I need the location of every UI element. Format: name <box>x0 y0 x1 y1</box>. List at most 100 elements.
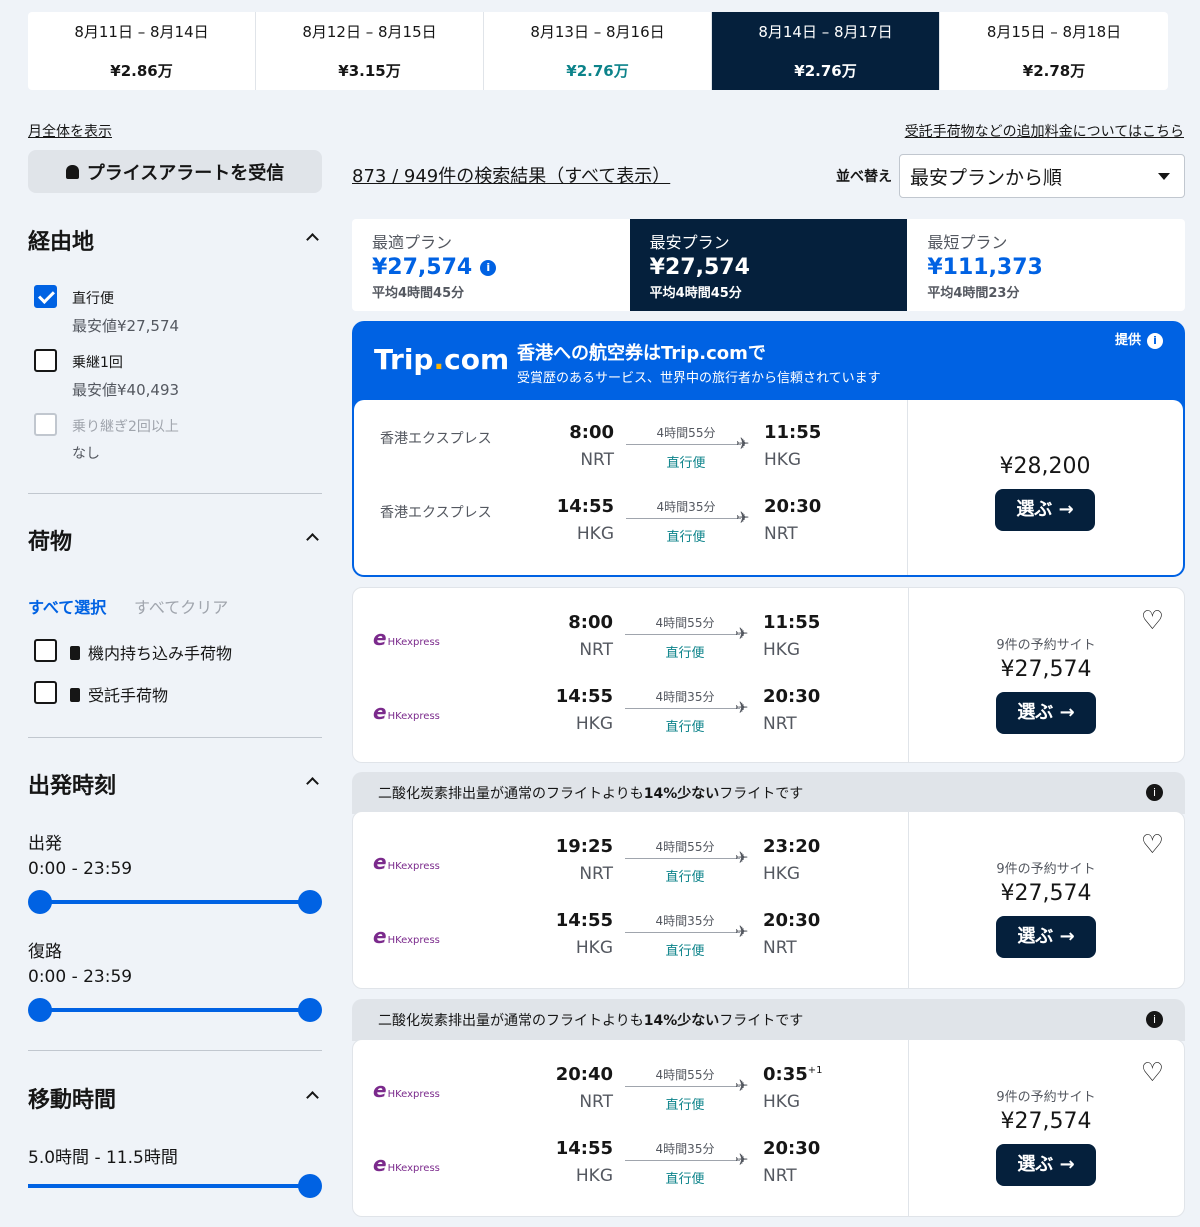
heart-icon[interactable]: ♡ <box>1141 1058 1164 1088</box>
arrival-time: 11:55 <box>763 612 821 633</box>
chevron-up-icon[interactable] <box>305 230 319 244</box>
info-icon[interactable]: i <box>1146 784 1163 801</box>
direct-label: 直行便 <box>665 1098 705 1113</box>
divider <box>28 1050 322 1051</box>
co2-text-post: フライトです <box>719 786 804 802</box>
two-stops-checkbox <box>34 413 57 436</box>
plane-icon: ✈ <box>736 434 750 453</box>
chevron-up-icon[interactable] <box>305 774 319 788</box>
month-view-link[interactable]: 月全体を表示 <box>28 121 112 141</box>
select-button[interactable]: 選ぶ → <box>996 1144 1096 1186</box>
departure-time: 14:55 <box>555 910 613 931</box>
date-option[interactable]: 8月12日 – 8月15日 ¥3.15万 <box>256 12 484 90</box>
departure-time: 14:55 <box>555 1138 613 1159</box>
flight-result-card[interactable]: eHKexpress 19:25 NRT 4時間55分 ✈ 直行便 23:20 … <box>352 811 1185 989</box>
flight-price: ¥27,574 <box>1000 657 1092 682</box>
tab-title: 最短プラン <box>927 233 1008 252</box>
co2-text-post: フライトです <box>719 1013 804 1029</box>
ad-price: ¥28,200 <box>999 454 1091 479</box>
arrival-time: 11:55 <box>764 422 822 443</box>
arrival-time: 20:30 <box>763 1138 821 1159</box>
logo-tail: com <box>444 343 510 376</box>
destination-code: HKG <box>763 1092 801 1112</box>
duration-slider[interactable] <box>28 1174 322 1198</box>
duration-title: 移動時間 <box>28 1088 117 1113</box>
carry-on-text: 機内持ち込み手荷物 <box>88 644 233 663</box>
hk-express-logo: eHKexpress <box>373 1152 440 1176</box>
flight-duration: 4時間55分 <box>656 426 716 440</box>
ad-headline: 香港への航空券はTrip.comで <box>517 343 766 364</box>
provided-by[interactable]: 提供 i <box>1115 333 1163 349</box>
plane-icon: ✈ <box>735 1150 749 1169</box>
heart-icon[interactable]: ♡ <box>1141 606 1164 636</box>
date-range: 8月11日 – 8月14日 <box>74 23 209 41</box>
route-line <box>625 708 740 709</box>
divider <box>28 493 322 494</box>
tab-fastest[interactable]: 最短プラン ¥111,373 平均4時間23分 <box>907 219 1185 311</box>
slider-max-handle[interactable] <box>298 1174 322 1198</box>
price-alert-button[interactable]: プライスアラートを受信 <box>28 150 322 193</box>
date-option[interactable]: 8月13日 – 8月16日 ¥2.76万 <box>484 12 712 90</box>
select-button[interactable]: 選ぶ → <box>996 916 1096 958</box>
chevron-up-icon[interactable] <box>305 530 319 544</box>
destination-code: NRT <box>763 714 797 734</box>
plane-icon: ✈ <box>736 508 750 527</box>
nonstop-checkbox[interactable] <box>34 285 57 308</box>
outbound-time-slider[interactable] <box>28 890 322 914</box>
select-label: 選ぶ <box>1017 926 1054 947</box>
flight-leg-return: eHKexpress 14:55 HKG 4時間35分 ✈ 直行便 20:30 … <box>353 1136 908 1196</box>
direct-label: 直行便 <box>665 646 705 661</box>
stops-title: 経由地 <box>28 230 95 255</box>
flight-result-card[interactable]: eHKexpress 8:00 NRT 4時間55分 ✈ 直行便 11:55 H… <box>352 587 1185 763</box>
departure-time-title: 出発時刻 <box>28 774 117 799</box>
info-icon[interactable]: i <box>1147 333 1163 349</box>
sort-value: 最安プランから順 <box>910 167 1063 189</box>
slider-max-handle[interactable] <box>298 890 322 914</box>
flight-result-card[interactable]: eHKexpress 20:40 NRT 4時間55分 ✈ 直行便 0:35+1… <box>352 1039 1185 1217</box>
date-option[interactable]: 8月15日 – 8月18日 ¥2.78万 <box>940 12 1168 90</box>
flight-duration: 4時間35分 <box>655 690 715 704</box>
fees-link[interactable]: 受託手荷物などの追加料金についてはこちら <box>905 121 1184 141</box>
route-line <box>625 1160 740 1161</box>
slider-max-handle[interactable] <box>298 998 322 1022</box>
info-icon[interactable]: i <box>1146 1011 1163 1028</box>
hk-express-logo: eHKexpress <box>373 924 440 948</box>
origin-code: NRT <box>579 1092 613 1112</box>
flight-price: ¥27,574 <box>1000 1109 1092 1134</box>
date-option-selected[interactable]: 8月14日 – 8月17日 ¥2.76万 <box>712 12 940 90</box>
nonstop-label: 直行便 <box>72 291 114 307</box>
select-all-link[interactable]: すべて選択 <box>28 594 106 618</box>
chevron-up-icon[interactable] <box>305 1088 319 1102</box>
hk-express-logo: eHKexpress <box>373 850 440 874</box>
select-button[interactable]: 選ぶ → <box>995 489 1095 531</box>
date-option[interactable]: 8月11日 – 8月14日 ¥2.86万 <box>28 12 256 90</box>
one-stop-checkbox[interactable] <box>34 349 57 372</box>
tab-cheapest[interactable]: 最安プラン ¥27,574 平均4時間45分 <box>629 219 908 311</box>
nonstop-price: 最安値¥27,574 <box>72 317 180 335</box>
sort-dropdown[interactable]: 最安プランから順 <box>899 154 1185 198</box>
arrival-time: 20:30 <box>763 910 821 931</box>
return-time-slider[interactable] <box>28 998 322 1022</box>
info-icon[interactable]: i <box>480 260 497 276</box>
flight-duration: 4時間35分 <box>656 500 716 514</box>
select-button[interactable]: 選ぶ → <box>996 692 1096 734</box>
slider-min-handle[interactable] <box>28 890 52 914</box>
arrival-time: 23:20 <box>763 836 821 857</box>
tab-average: 平均4時間23分 <box>927 286 1020 301</box>
date-price: ¥2.86万 <box>110 62 173 80</box>
carry-on-checkbox[interactable] <box>34 639 57 662</box>
results-count[interactable]: 873 / 949件の検索結果（すべて表示） <box>352 162 670 188</box>
co2-text-pre: 二酸化炭素排出量が通常のフライトよりも <box>378 786 644 802</box>
checked-bag-checkbox[interactable] <box>34 681 57 704</box>
slider-min-handle[interactable] <box>28 998 52 1022</box>
tab-best[interactable]: 最適プラン ¥27,574 i 平均4時間45分 <box>352 219 630 311</box>
carry-on-label: 機内持ち込み手荷物 <box>70 640 232 664</box>
tab-price: ¥27,574 <box>372 255 473 280</box>
clear-all-link: すべてクリア <box>134 598 229 617</box>
flight-leg-outbound: eHKexpress 19:25 NRT 4時間55分 ✈ 直行便 23:20 … <box>353 834 908 894</box>
destination-code: NRT <box>764 524 798 544</box>
next-day-marker: +1 <box>807 1065 823 1076</box>
heart-icon[interactable]: ♡ <box>1141 830 1164 860</box>
ad-price-box: ¥28,200 選ぶ → <box>907 450 1183 531</box>
destination-code: NRT <box>763 1166 797 1186</box>
